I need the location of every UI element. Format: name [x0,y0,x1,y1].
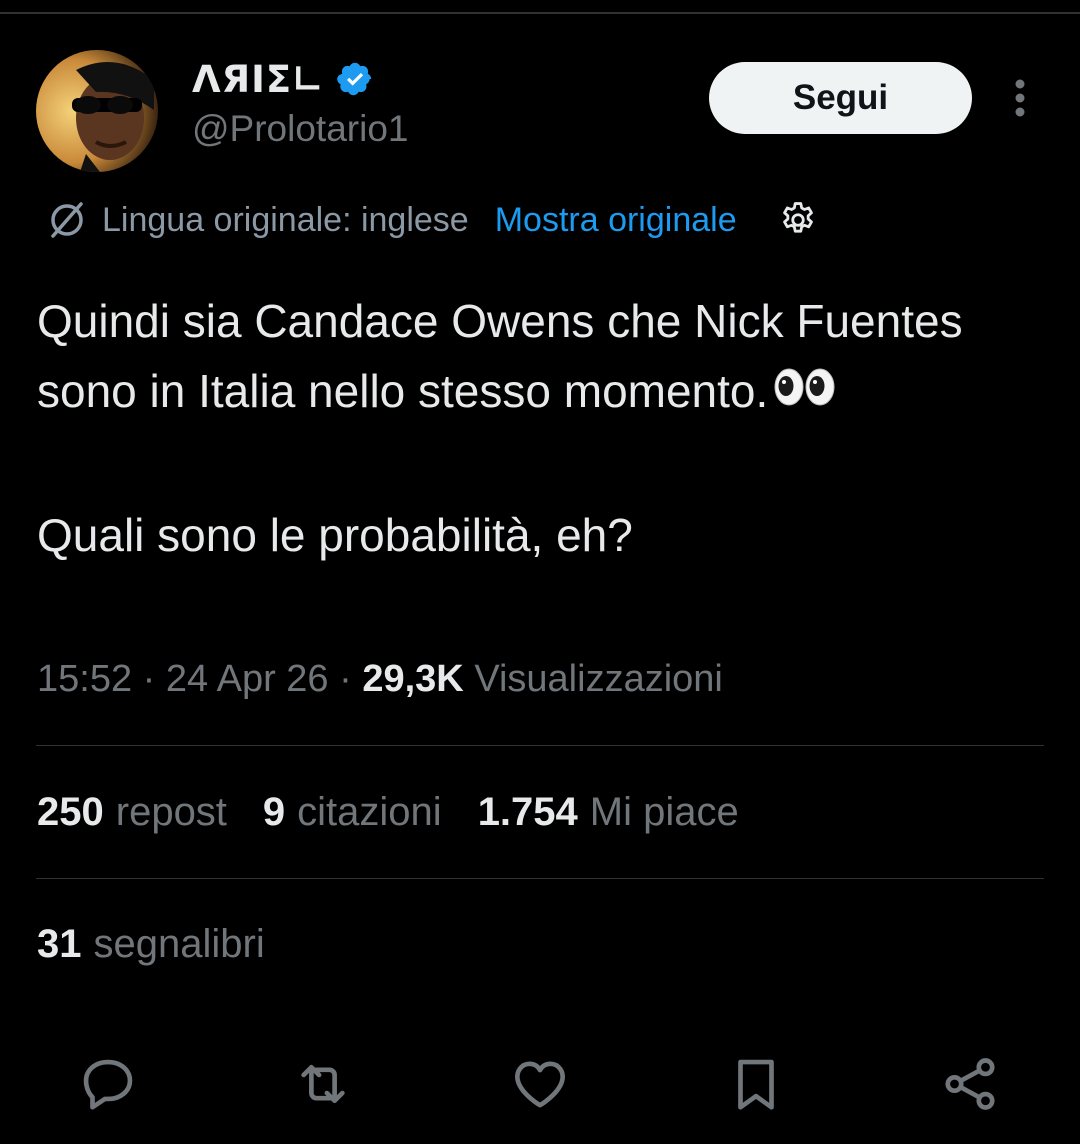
translate-icon [46,199,88,241]
divider [36,745,1044,746]
display-name-row[interactable]: ΛЯIΣ∟ [192,56,374,102]
top-divider [0,12,1080,14]
bookmark-icon[interactable] [724,1052,788,1116]
verified-badge-icon [336,60,374,98]
like-icon[interactable] [508,1052,572,1116]
tweet-paragraph-1: Quindi sia Candace Owens che Nick Fuente… [37,286,1047,430]
repost-icon[interactable] [291,1052,355,1116]
tweet-date[interactable]: 24 Apr 26 [166,658,329,700]
meta-separator: · [339,658,363,700]
more-options-icon[interactable] [1000,76,1040,120]
bookmarks-label: segnalibri [93,922,265,966]
share-icon[interactable] [938,1052,1002,1116]
engagement-stats: 250 repost 9 citazioni 1.754 Mi piace [37,790,739,835]
meta-separator: · [142,658,166,700]
views-label[interactable]: Visualizzazioni [474,658,723,700]
quotes-label: citazioni [297,790,442,834]
tweet-text: Quindi sia Candace Owens che Nick Fuente… [37,286,1047,570]
quotes-stat[interactable]: 9 citazioni [263,790,442,835]
avatar[interactable] [36,50,158,172]
translation-row: Lingua originale: inglese Mostra origina… [46,196,819,244]
follow-button[interactable]: Segui [709,62,972,134]
reposts-count: 250 [37,790,104,834]
eyes-emoji-icon [774,356,836,426]
gear-icon[interactable] [777,199,819,241]
show-original-link[interactable]: Mostra originale [495,201,737,240]
tweet-time[interactable]: 15:52 [37,658,132,700]
likes-stat[interactable]: 1.754 Mi piace [478,790,739,835]
divider [36,878,1044,879]
bookmarks-stat[interactable]: 31 segnalibri [37,922,265,967]
quotes-count: 9 [262,790,286,834]
display-name[interactable]: ΛЯIΣ∟ [192,58,324,101]
reposts-stat[interactable]: 250 repost [37,790,227,835]
tweet-paragraph-2: Quali sono le probabilità, eh? [37,508,633,561]
user-handle[interactable]: @Prolotario1 [192,108,409,150]
likes-count: 1.754 [477,790,578,834]
tweet-meta: 15:52 · 24 Apr 26 · 29,3K Visualizzazion… [37,658,723,701]
translation-label: Lingua originale: inglese [102,200,469,239]
bookmarks-count: 31 [37,922,82,966]
reply-icon[interactable] [76,1052,140,1116]
reposts-label: repost [115,790,227,834]
likes-label: Mi piace [589,790,739,834]
views-count[interactable]: 29,3K [362,658,463,700]
